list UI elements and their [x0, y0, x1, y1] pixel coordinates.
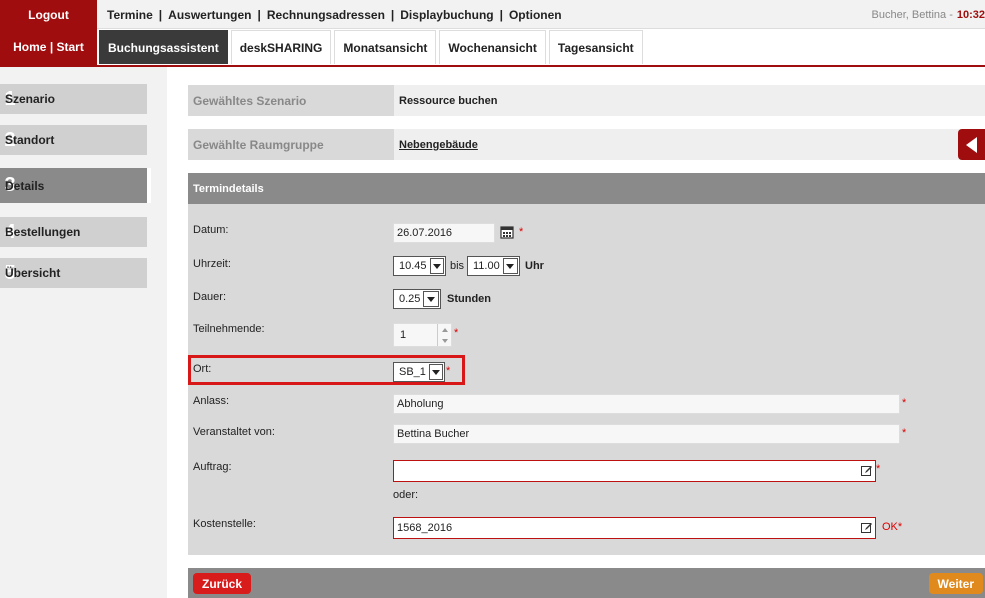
location-highlight-box [188, 355, 465, 385]
tab-buchungsassistent[interactable]: Buchungsassistent [99, 30, 228, 64]
duration-select[interactable]: 0.25 [393, 289, 441, 309]
view-tabs: Buchungsassistent deskSHARING Monatsansi… [99, 30, 646, 64]
user-info: Bucher, Bettina - 10:32 [872, 0, 985, 29]
participants-stepper[interactable]: 1 [393, 323, 452, 347]
top-bar: Logout Termine | Auswertungen | Rechnung… [0, 0, 985, 29]
step-standort[interactable]: 2 Standort [0, 125, 147, 155]
occasion-input[interactable]: Abholung [393, 394, 900, 414]
time-label: Uhrzeit: [193, 258, 231, 270]
required-marker: * [902, 427, 907, 439]
chevron-down-icon [429, 258, 444, 274]
cost-center-label: Kostenstelle: [193, 518, 256, 530]
date-label: Datum: [193, 224, 229, 236]
edit-icon[interactable] [861, 465, 873, 477]
required-marker: * [519, 226, 524, 238]
tab-tagesansicht[interactable]: Tagesansicht [548, 30, 643, 64]
next-button[interactable]: Weiter [928, 573, 983, 594]
step-szenario[interactable]: 1 Szenario [0, 84, 147, 114]
required-marker: * [902, 397, 907, 409]
step-label: Details [5, 178, 45, 193]
duration-label: Dauer: [193, 291, 227, 303]
selected-scenario-value: Ressource buchen [394, 85, 985, 116]
step-label: Bestellungen [5, 225, 81, 239]
step-label: Szenario [5, 92, 56, 106]
stepper-arrows[interactable] [437, 324, 451, 346]
selected-roomgroup-label: Gewählte Raumgruppe [193, 137, 324, 152]
nav-bar: Home | Start Buchungsassistent deskSHARI… [0, 29, 985, 67]
top-menu: Termine | Auswertungen | Rechnungsadress… [107, 0, 562, 29]
or-label: oder: [393, 489, 419, 501]
participants-value: 1 [400, 329, 407, 341]
menu-optionen[interactable]: Optionen [509, 8, 562, 22]
chevron-down-icon [423, 291, 439, 307]
cost-center-status: OK* [882, 521, 903, 533]
date-input[interactable]: 26.07.2016 [393, 223, 495, 243]
time-from-value: 10.45 [399, 260, 427, 272]
selected-roomgroup-row: Gewählte Raumgruppe Nebengebäude [188, 129, 985, 160]
time-to-value: 11.00 [473, 260, 500, 272]
required-marker: * [454, 327, 459, 339]
selected-roomgroup-link[interactable]: Nebengebäude [399, 139, 478, 151]
organizer-label: Veranstaltet von: [193, 426, 275, 438]
details-panel-title: Termindetails [188, 173, 985, 204]
step-bestellungen[interactable]: 4 Bestellungen [0, 217, 147, 247]
cost-center-input[interactable]: 1568_2016 [393, 517, 876, 539]
participants-label: Teilnehmende: [193, 323, 265, 335]
selected-scenario-row: Gewähltes Szenario Ressource buchen [188, 85, 985, 116]
order-label: Auftrag: [193, 461, 232, 473]
chevron-up-icon[interactable] [441, 327, 448, 332]
menu-termine[interactable]: Termine [107, 8, 153, 22]
organizer-input[interactable]: Bettina Bucher [393, 424, 900, 444]
menu-auswertungen[interactable]: Auswertungen [168, 8, 251, 22]
wizard-steps: 1 Szenario 2 Standort 3 Details 4 Bestel… [0, 67, 167, 598]
home-start-button[interactable]: Home | Start [0, 29, 97, 65]
selected-roomgroup-cell: Nebengebäude [394, 129, 985, 160]
menu-separator: | [257, 7, 261, 22]
time-unit-label: Uhr [525, 260, 544, 272]
occasion-label: Anlass: [193, 395, 230, 407]
main-content: Gewähltes Szenario Ressource buchen Gewä… [167, 67, 985, 598]
chevron-down-icon [502, 258, 518, 274]
chevron-down-icon[interactable] [441, 338, 448, 343]
time-from-select[interactable]: 10.45 [393, 256, 446, 276]
selected-scenario-label: Gewähltes Szenario [193, 93, 307, 108]
menu-displaybuchung[interactable]: Displaybuchung [400, 8, 493, 22]
arrow-left-icon [966, 136, 977, 153]
user-name: Bucher, Bettina - [871, 8, 953, 21]
cost-center-value: 1568_2016 [397, 522, 453, 534]
clock-time: 10:32 [956, 8, 985, 21]
menu-rechnungsadressen[interactable]: Rechnungsadressen [267, 8, 385, 22]
calendar-icon[interactable] [500, 225, 514, 239]
step-label: Standort [5, 133, 55, 147]
logout-button[interactable]: Logout [0, 0, 97, 29]
menu-separator: | [158, 7, 163, 22]
step-label: Übersicht [5, 266, 61, 280]
back-button[interactable]: Zurück [193, 573, 252, 594]
edit-icon[interactable] [861, 522, 873, 534]
collapse-back-tab[interactable] [958, 129, 985, 160]
duration-value: 0.25 [399, 293, 421, 305]
menu-separator: | [390, 7, 395, 22]
duration-unit-label: Stunden [447, 293, 491, 305]
time-to-select[interactable]: 11.00 [467, 256, 520, 276]
step-details[interactable]: 3 Details [0, 168, 151, 203]
menu-separator: | [499, 7, 503, 22]
time-bis-label: bis [450, 260, 465, 272]
tab-desksharing[interactable]: deskSHARING [230, 30, 332, 64]
tab-wochenansicht[interactable]: Wochenansicht [439, 30, 546, 64]
wizard-footer: Zurück Weiter [188, 568, 985, 598]
required-marker: * [876, 463, 881, 475]
order-input[interactable] [393, 460, 876, 482]
tab-monatsansicht[interactable]: Monatsansicht [334, 30, 437, 64]
step-uebersicht[interactable]: 5 Übersicht [0, 258, 147, 288]
